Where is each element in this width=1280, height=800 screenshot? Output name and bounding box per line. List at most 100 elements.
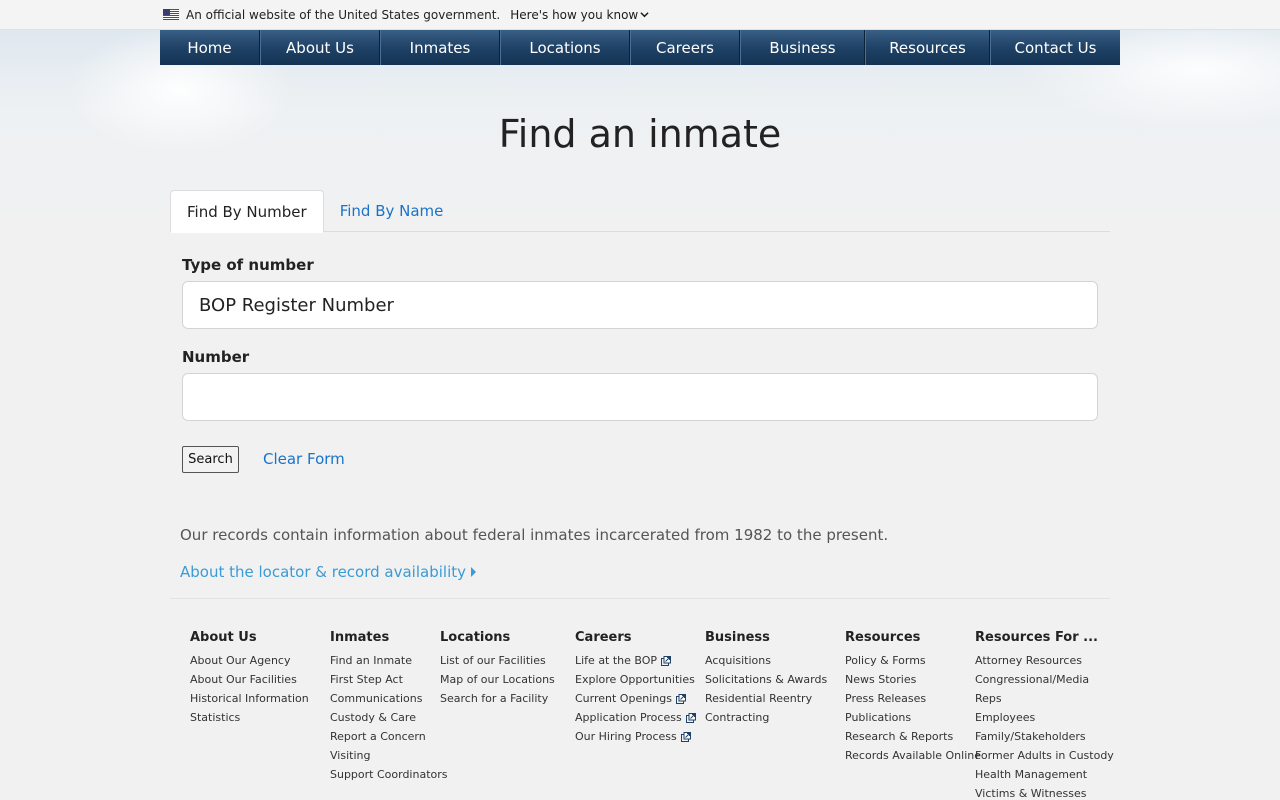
footer-link-label: Reps [975,692,1002,705]
nav-home[interactable]: Home [160,30,260,65]
footer-link[interactable]: List of our Facilities [440,651,555,670]
footer-link[interactable]: Statistics [190,708,309,727]
page-title: Find an inmate [498,112,782,156]
footer-link[interactable]: Residential Reentry [705,689,827,708]
number-input[interactable] [182,373,1098,421]
footer-link-label: Life at the BOP [575,654,658,667]
footer-column: Business Acquisitions Solicitations & Awar… [705,630,827,727]
footer-link[interactable]: Application Process [575,708,696,727]
footer-link[interactable]: About Our Agency [190,651,309,670]
search-button[interactable]: Search [182,446,239,473]
footer-link[interactable]: Explore Opportunities [575,670,696,689]
footer-link[interactable]: Life at the BOP [575,651,696,670]
footer-link-label: Records Available Online [845,749,982,762]
footer-link[interactable]: Family/Stakeholders [975,727,1114,746]
footer-link[interactable]: News Stories [845,670,981,689]
footer-link[interactable]: Acquisitions [705,651,827,670]
footer-link-label: Map of our Locations [440,673,555,686]
footer-link[interactable]: Search for a Facility [440,689,555,708]
clear-form-link[interactable]: Clear Form [263,450,345,468]
main-nav: Home About Us Inmates Locations Careers … [160,30,1120,65]
footer-heading: About Us [190,630,257,645]
footer-link[interactable]: Report a Concern [330,727,448,746]
footer-link-label: Communications [330,692,423,705]
tab-find-by-name[interactable]: Find By Name [324,190,460,232]
footer-link[interactable]: Map of our Locations [440,670,555,689]
footer-link[interactable]: Former Adults in Custody [975,746,1114,765]
footer-link-label: Family/Stakeholders [975,730,1086,743]
tab-find-by-number[interactable]: Find By Number [170,190,324,233]
nav-about-us[interactable]: About Us [260,30,380,65]
footer-link[interactable]: Victims & Witnesses [975,784,1114,800]
footer-link[interactable]: Our Hiring Process [575,727,696,746]
footer-link-label: Statistics [190,711,241,724]
footer-link-label: News Stories [845,673,917,686]
footer-link[interactable]: Historical Information [190,689,309,708]
footer-link[interactable]: Policy & Forms [845,651,981,670]
footer-link-label: Find an Inmate [330,654,412,667]
how-you-know-label: Here's how you know [510,7,639,22]
footer-link[interactable]: Current Openings [575,689,696,708]
footer-column: Resources For ... Attorney Resources Congr… [975,630,1114,800]
footer-column: Careers Life at the BOP Explore Opportunit… [575,630,696,746]
footer-heading: Careers [575,630,632,645]
records-info-text: Our records contain information about fe… [180,526,889,544]
footer-link[interactable]: Communications [330,689,448,708]
footer-link-label: Health Management [975,768,1088,781]
footer-link[interactable]: Records Available Online [845,746,981,765]
footer-link-label: Congressional/Media [975,673,1090,686]
footer-link-label: First Step Act [330,673,403,686]
footer-link[interactable]: Press Releases [845,689,981,708]
caret-right-icon [471,567,476,577]
footer-link-label: Publications [845,711,912,724]
nav-contact-us[interactable]: Contact Us [990,30,1120,65]
footer-link[interactable]: Reps [975,689,1114,708]
footer-link-label: Custody & Care [330,711,416,724]
footer-heading: Business [705,630,770,645]
how-you-know-link[interactable]: Here's how you know [510,8,649,22]
footer-heading: Resources For ... [975,630,1098,645]
footer-column: Locations List of our Facilities Map of ou… [440,630,555,708]
type-of-number-select[interactable]: BOP Register Number [182,281,1098,329]
footer-link[interactable]: First Step Act [330,670,448,689]
gov-banner: An official website of the United States… [0,0,1280,30]
footer-heading: Inmates [330,630,390,645]
footer-link-label: Press Releases [845,692,927,705]
footer-link-label: Application Process [575,711,682,724]
footer-link[interactable]: Support Coordinators [330,765,448,784]
footer-link-label: Visiting [330,749,371,762]
footer-link[interactable]: Find an Inmate [330,651,448,670]
footer-link-label: About Our Agency [190,654,291,667]
footer-column: About Us About Our Agency About Our Facili… [190,630,309,727]
footer-link-label: Current Openings [575,692,672,705]
gov-banner-text: An official website of the United States… [186,7,501,22]
type-of-number-label: Type of number [182,256,314,274]
footer-link[interactable]: Employees [975,708,1114,727]
nav-business[interactable]: Business [740,30,865,65]
nav-inmates[interactable]: Inmates [380,30,500,65]
footer-link[interactable]: About Our Facilities [190,670,309,689]
footer-link[interactable]: Solicitations & Awards [705,670,827,689]
footer-link-label: Residential Reentry [705,692,813,705]
nav-resources[interactable]: Resources [865,30,990,65]
footer-link-label: List of our Facilities [440,654,546,667]
footer-link[interactable]: Custody & Care [330,708,448,727]
nav-careers[interactable]: Careers [630,30,740,65]
footer-link-label: Employees [975,711,1036,724]
nav-locations[interactable]: Locations [500,30,630,65]
type-of-number-value: BOP Register Number [199,294,394,316]
footer-link-label: Explore Opportunities [575,673,695,686]
footer-heading: Resources [845,630,921,645]
number-label: Number [182,348,250,366]
footer-link[interactable]: Research & Reports [845,727,981,746]
footer-link-label: Contracting [705,711,770,724]
footer-link[interactable]: Publications [845,708,981,727]
us-flag-icon [163,9,179,20]
locator-availability-label: About the locator & record availability [180,563,466,581]
footer-link[interactable]: Contracting [705,708,827,727]
locator-availability-link[interactable]: About the locator & record availability [180,563,476,581]
footer-link[interactable]: Congressional/Media [975,670,1114,689]
footer-link[interactable]: Health Management [975,765,1114,784]
footer-link[interactable]: Visiting [330,746,448,765]
footer-link[interactable]: Attorney Resources [975,651,1114,670]
